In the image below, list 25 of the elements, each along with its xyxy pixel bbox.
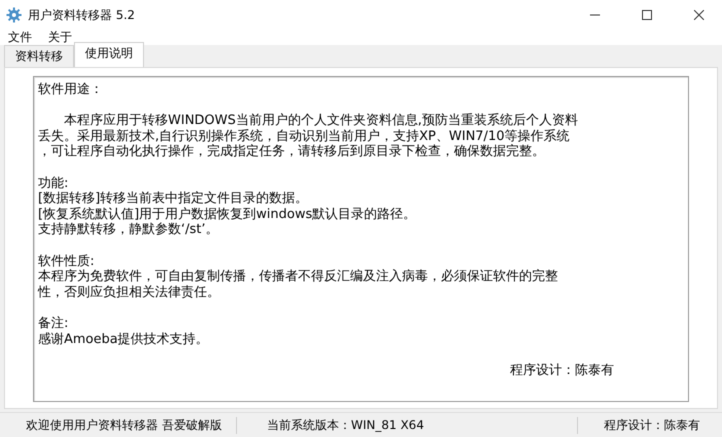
gear-icon — [6, 7, 22, 23]
text-line: 本程序应用于转移WINDOWS当前用户的个人文件夹资料信息,预防当重装系统后个人资料 — [63, 113, 579, 129]
status-text: 欢迎使用用户资料转移器 吾爱破解版 — [0, 416, 237, 434]
tab[interactable]: 使用说明 — [74, 42, 144, 67]
tab[interactable]: 资料转移 — [4, 45, 74, 67]
window-title: 用户资料转移器 5.2 — [28, 6, 135, 24]
status-text: 当前系统版本：WIN_81 X64 — [237, 416, 578, 434]
maximize-icon[interactable] — [642, 10, 652, 20]
text-line: 支持静默转移，静默参数‘/st’。 — [38, 222, 220, 238]
text-line: 感谢Amoeba提供技术支持。 — [38, 332, 210, 348]
text-line: 性，否则应负担相关法律责任。 — [38, 284, 221, 300]
close-icon[interactable] — [694, 10, 704, 20]
status-text: 程序设计：陈泰有 — [603, 416, 701, 434]
text-line: 备注: — [38, 316, 70, 332]
text-line: ，可让程序自动化执行操作，完成指定任务，请转移后到原目录下检查，确保数据完整。 — [38, 144, 546, 160]
text-line: 软件用途： — [38, 82, 104, 98]
text-line: 丢失。采用最新技术,自行识别操作系统，自动识别当前用户，支持XP、WIN7/10等操作系统 — [38, 128, 570, 144]
text-line: 软件性质: — [38, 254, 96, 269]
signature-text: 程序设计：陈泰有 — [510, 362, 614, 378]
text-line: [数据转移]转移当前表中指定文件目录的数据。 — [38, 191, 310, 207]
menu-item[interactable]: 文件 — [8, 29, 32, 46]
text-line: [恢复系统默认值]用于用户数据恢复到windows默认目录的路径。 — [38, 206, 418, 222]
text-line: 功能: — [38, 176, 70, 192]
menu-item[interactable]: 关于 — [48, 29, 72, 46]
text-line: 本程序为免费软件，可自由复制传播，传播者不得反汇编及注入病毒，必须保证软件的完整 — [38, 269, 559, 285]
